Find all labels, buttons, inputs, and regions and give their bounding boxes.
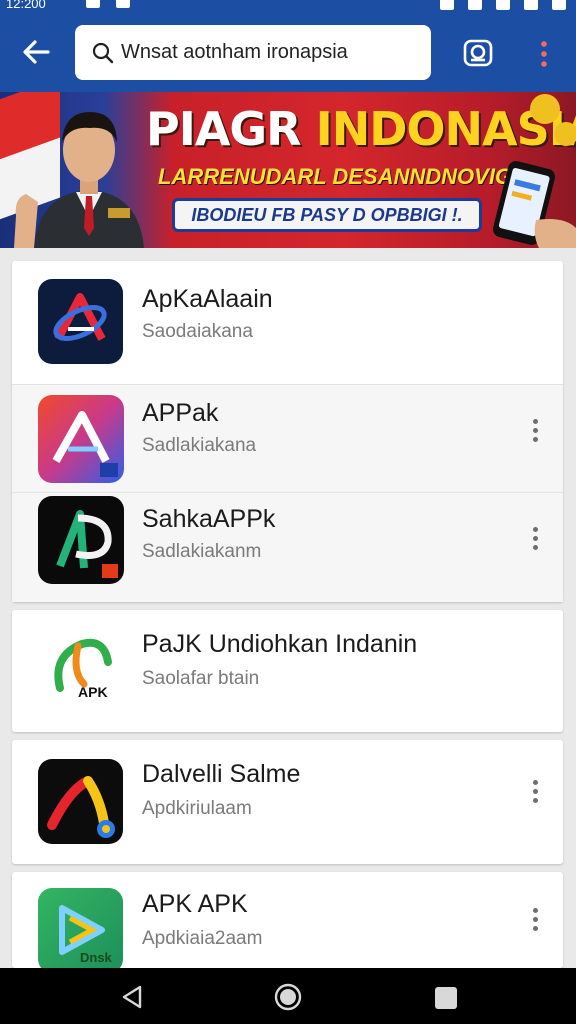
- person-illustration-icon: [14, 112, 144, 248]
- status-time: 12:200: [6, 0, 46, 11]
- list-item[interactable]: Dnsk APK APK Apdkiaia2aam: [12, 872, 563, 968]
- list-item[interactable]: APK PaJK Undiohkan Indanin Saolafar btai…: [12, 610, 563, 732]
- signal-icon: [524, 0, 538, 10]
- phone-hand-icon: [492, 161, 576, 248]
- wifi-icon: [496, 0, 510, 10]
- app-subtitle: Saodaiakana: [142, 321, 253, 342]
- apk-green-play-logo-icon: Dnsk: [38, 888, 123, 968]
- nav-home-icon[interactable]: [274, 983, 302, 1011]
- app-bar: Wnsat aotnham ironapsia: [0, 14, 576, 92]
- play-badge-text: Dnsk: [80, 950, 112, 965]
- app-subtitle: Apdkiaia2aam: [142, 928, 263, 949]
- lens-icon[interactable]: [462, 38, 494, 68]
- banner-ribbon: IBODIEU FB PASY D OPBBIGI !.: [172, 198, 482, 232]
- apk-green-orange-logo-icon: APK: [38, 626, 123, 711]
- overflow-menu-icon[interactable]: [528, 419, 542, 445]
- app-subtitle: Saolafar btain: [142, 668, 260, 689]
- list-item[interactable]: ApKaAlaain Saodaiakana: [12, 261, 563, 384]
- list-item[interactable]: SahkaAPPk Sadlakiakanm: [12, 493, 563, 602]
- notification-icon: [86, 0, 100, 8]
- app-subtitle: Apdkiriulaam: [142, 798, 252, 819]
- system-icons: [440, 0, 566, 10]
- app-list-card: Dalvelli Salme Apdkiriulaam: [12, 740, 563, 864]
- search-query-text: Wnsat aotnham ironapsia: [121, 41, 348, 63]
- app-subtitle: Sadlakiakana: [142, 435, 257, 456]
- app-name: Dalvelli Salme: [142, 760, 301, 788]
- notification-icons: [86, 0, 130, 8]
- app-name: APK APK: [142, 890, 248, 918]
- overflow-menu-icon[interactable]: [528, 527, 542, 553]
- apk-badge-text: APK: [78, 684, 108, 700]
- coin-icon: [554, 122, 576, 146]
- list-item[interactable]: Dalvelli Salme Apdkiriulaam: [12, 740, 563, 864]
- battery-icon: [552, 0, 566, 10]
- promo-banner[interactable]: PIAGR INDONASIA LARRENUDARL DESANNDNOVIG…: [0, 92, 576, 248]
- apk-red-blue-logo-icon: [38, 279, 123, 364]
- banner-title: PIAGR INDONASIA: [146, 102, 576, 156]
- app-list-card: Dnsk APK APK Apdkiaia2aam: [12, 872, 563, 968]
- app-name: ApKaAlaain: [142, 285, 273, 313]
- apk-gradient-a-logo-icon: [38, 395, 124, 483]
- app-list-card: ApKaAlaain Saodaiakana APPak Sadlakiakan…: [12, 261, 563, 602]
- vibrate-icon: [468, 0, 482, 10]
- alarm-icon: [440, 0, 454, 10]
- banner-ribbon-text: IBODIEU FB PASY D OPBBIGI !.: [191, 204, 463, 225]
- app-name: PaJK Undiohkan Indanin: [142, 630, 418, 658]
- app-list-card: APK PaJK Undiohkan Indanin Saolafar btai…: [12, 610, 563, 732]
- system-nav-bar: [0, 968, 576, 1024]
- status-bar: 12:200: [0, 0, 576, 14]
- list-item[interactable]: APPak Sadlakiakana: [12, 385, 563, 492]
- apk-dark-swoosh-logo-icon: [38, 759, 123, 844]
- search-icon: [92, 42, 114, 63]
- nav-back-icon[interactable]: [120, 984, 144, 1010]
- nav-recents-icon[interactable]: [435, 987, 457, 1009]
- banner-subtitle: LARRENUDARL DESANNDNOVIGH: [158, 164, 528, 189]
- apk-black-green-logo-icon: [38, 496, 124, 584]
- more-vert-icon[interactable]: [534, 38, 554, 70]
- coin-icon: [530, 94, 560, 124]
- notification-icon: [116, 0, 130, 8]
- search-input[interactable]: Wnsat aotnham ironapsia: [75, 25, 431, 80]
- back-arrow-icon[interactable]: [18, 34, 54, 70]
- app-name: APPak: [142, 399, 219, 427]
- overflow-menu-icon[interactable]: [528, 908, 542, 934]
- overflow-menu-icon[interactable]: [528, 780, 542, 806]
- app-subtitle: Sadlakiakanm: [142, 541, 262, 562]
- app-name: SahkaAPPk: [142, 505, 276, 533]
